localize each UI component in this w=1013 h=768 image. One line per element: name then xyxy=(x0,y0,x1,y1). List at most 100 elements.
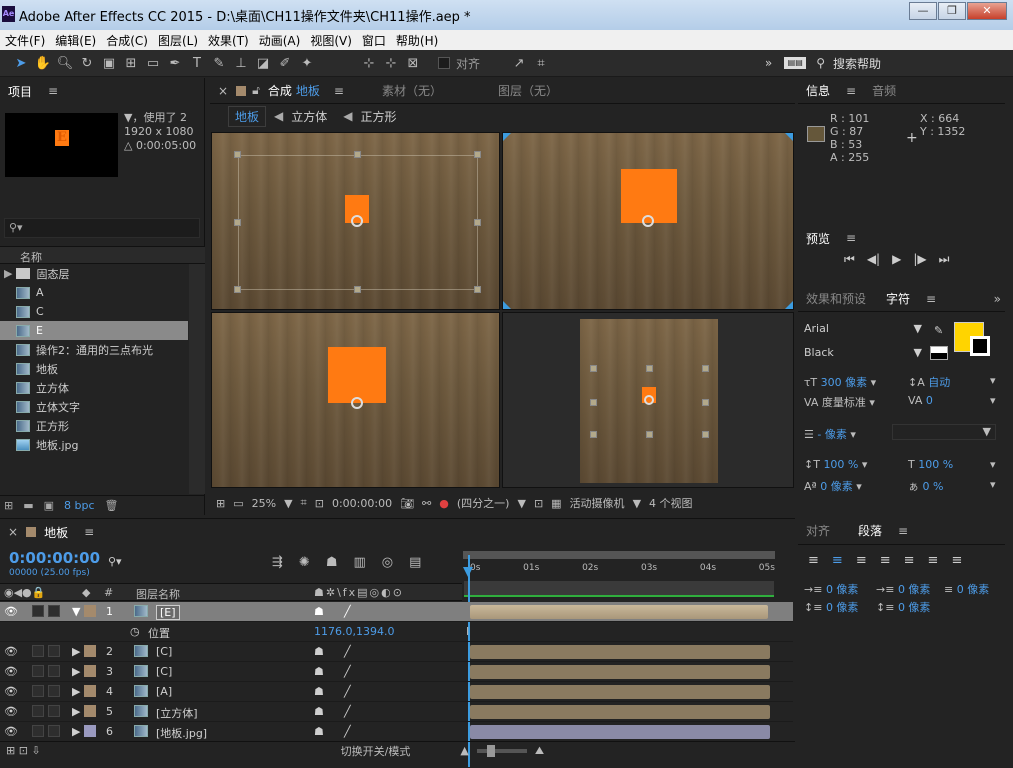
leading-value[interactable]: 自动 xyxy=(928,376,950,389)
panel-menu-icon[interactable]: ≡ xyxy=(918,292,944,306)
anchor-point-icon[interactable] xyxy=(644,395,654,405)
eye-icon[interactable]: 👁︎ xyxy=(4,685,18,698)
layer-color-label[interactable] xyxy=(84,665,96,677)
space-after-value[interactable]: 0 像素 xyxy=(898,601,931,614)
expand-arrow-icon[interactable]: ▶ xyxy=(72,705,80,718)
menu-layer[interactable]: 图层(L) xyxy=(153,32,203,49)
panel-menu-icon[interactable]: ≡ xyxy=(76,525,102,539)
axis-local-icon[interactable]: ⊹ xyxy=(358,56,380,71)
layer-duration-bar[interactable] xyxy=(470,685,770,699)
type-tool-icon[interactable]: T xyxy=(186,56,208,71)
quality-icon[interactable]: ╱ xyxy=(344,645,351,658)
breadcrumb-item[interactable]: 正方形 xyxy=(361,108,397,125)
anchor-point-icon[interactable] xyxy=(642,215,654,227)
region-of-interest-icon[interactable]: ⌗ xyxy=(301,496,307,510)
vertical-scale-value[interactable]: 100 % xyxy=(823,458,858,471)
shy-icon[interactable]: ☗ xyxy=(314,725,324,738)
tracking-value[interactable]: 0 xyxy=(926,394,933,407)
first-frame-icon[interactable]: ⏮ xyxy=(844,252,855,267)
breadcrumb-item[interactable]: 地板 xyxy=(228,105,267,127)
menu-edit[interactable]: 编辑(E) xyxy=(50,32,101,49)
zoom-tool-icon[interactable]: 🔍︎ xyxy=(54,56,76,71)
table-row[interactable]: 👁︎ ▶ 4 [A] ☗ ╱ xyxy=(0,682,793,702)
axis-view-icon[interactable]: ⊠ xyxy=(402,56,424,71)
viewport-bottom-left[interactable] xyxy=(211,312,500,488)
shy-icon[interactable]: ☗ xyxy=(314,685,324,698)
snap-target-icon[interactable]: ⌗ xyxy=(530,56,552,71)
anchor-point-icon[interactable] xyxy=(351,215,363,227)
tab-project[interactable]: 项目 xyxy=(0,83,40,100)
new-comp-icon[interactable]: ▣ xyxy=(44,499,54,512)
indent-right-value[interactable]: 0 像素 xyxy=(957,583,990,596)
stroke-width-value[interactable]: - 像素 xyxy=(817,428,846,441)
puppet-pin-icon[interactable]: ✦ xyxy=(296,56,318,71)
table-row[interactable]: 👁︎ ▼ 1 [E] ☗ ╱ xyxy=(0,602,793,622)
layer-duration-bar[interactable] xyxy=(470,665,770,679)
list-item[interactable]: 操作2：通用的三点布光 xyxy=(0,340,188,359)
justify-left-icon[interactable]: ≡ xyxy=(880,553,891,568)
stopwatch-icon[interactable]: ◷ xyxy=(130,625,140,638)
layer-duration-bar[interactable] xyxy=(470,725,770,739)
table-row[interactable]: 👁︎ ▶ 5 [立方体] ☗ ╱ xyxy=(0,702,793,722)
layer-color-label[interactable] xyxy=(84,705,96,717)
layer-switches-icon[interactable]: ⊞ ⊡ ⇩ xyxy=(6,744,41,757)
tsume-value[interactable]: 0 % xyxy=(923,480,944,493)
menu-file[interactable]: 文件(F) xyxy=(0,32,50,49)
layer-duration-bar[interactable] xyxy=(470,705,770,719)
menu-window[interactable]: 窗口 xyxy=(357,32,391,49)
layer-color-label[interactable] xyxy=(84,605,96,617)
always-preview-icon[interactable]: ⊞ xyxy=(216,497,225,510)
shy-icon[interactable]: ☗ xyxy=(314,605,324,618)
draft-3d-icon[interactable]: ✺ xyxy=(299,555,310,570)
timeline-tab[interactable]: 地板 xyxy=(36,524,76,541)
delete-icon[interactable]: 🗑︎ xyxy=(105,499,119,512)
layer-name[interactable]: [C] xyxy=(156,665,172,678)
font-size-value[interactable]: 300 像素 xyxy=(821,376,868,389)
layer-duration-bar[interactable] xyxy=(470,605,768,619)
eye-icon[interactable]: 👁︎ xyxy=(4,665,18,678)
expand-arrow-icon[interactable]: ▶ xyxy=(72,725,80,738)
quality-icon[interactable]: ╱ xyxy=(344,665,351,678)
table-row[interactable]: 👁︎ ▶ 3 [C] ☗ ╱ xyxy=(0,662,793,682)
minimize-button[interactable]: — xyxy=(909,2,937,20)
panel-menu-icon[interactable]: ≡ xyxy=(890,524,916,538)
roto-brush-icon[interactable]: ✐ xyxy=(274,56,296,71)
justify-all-icon[interactable]: ≡ xyxy=(951,553,962,568)
camera-tool-icon[interactable]: ▣ xyxy=(98,56,120,71)
menu-animation[interactable]: 动画(A) xyxy=(254,32,306,49)
tab-character[interactable]: 字符 xyxy=(878,290,918,307)
stroke-color-swatch[interactable] xyxy=(970,336,990,356)
list-item[interactable]: C xyxy=(0,302,188,321)
quality-icon[interactable]: ╱ xyxy=(344,605,351,618)
toggle-mask-icon[interactable]: ⊡ xyxy=(315,497,324,510)
menu-view[interactable]: 视图(V) xyxy=(305,32,357,49)
workspace-icon[interactable]: ▤▤ xyxy=(784,57,807,69)
list-item[interactable]: 地板 xyxy=(0,359,188,378)
layer-name[interactable]: [C] xyxy=(156,645,172,658)
show-snapshot-icon[interactable]: ⚯ xyxy=(422,497,431,510)
camera-dropdown[interactable]: 活动摄像机 xyxy=(570,495,625,511)
last-frame-icon[interactable]: ⏭ xyxy=(939,252,950,267)
close-tab-button[interactable]: × xyxy=(210,84,236,98)
tab-info[interactable]: 信息 xyxy=(798,82,838,99)
viewport-top-left[interactable] xyxy=(211,132,500,310)
project-search-input[interactable]: ⚲▾ xyxy=(4,218,200,238)
baseline-shift-value[interactable]: 0 像素 xyxy=(820,480,853,493)
rotate-tool-icon[interactable]: ↻ xyxy=(76,56,98,71)
list-item[interactable]: 正方形 xyxy=(0,416,188,435)
menu-help[interactable]: 帮助(H) xyxy=(391,32,443,49)
table-row[interactable]: 👁︎ ▶ 2 [C] ☗ ╱ xyxy=(0,642,793,662)
expand-arrow-icon[interactable]: ▶ xyxy=(72,645,80,658)
pen-tool-icon[interactable]: ✒ xyxy=(164,56,186,71)
expand-arrow-icon[interactable]: ▶ xyxy=(72,685,80,698)
justify-right-icon[interactable]: ≡ xyxy=(928,553,939,568)
shy-icon[interactable]: ☗ xyxy=(314,705,324,718)
horizontal-scale-value[interactable]: 100 % xyxy=(918,458,953,471)
axis-world-icon[interactable]: ⊹ xyxy=(380,56,402,71)
layer-color-label[interactable] xyxy=(84,645,96,657)
restore-button[interactable]: ❐ xyxy=(938,2,966,20)
channel-icon[interactable]: ● xyxy=(439,497,449,510)
zoom-out-icon[interactable]: ▲ xyxy=(460,744,468,757)
quality-icon[interactable]: ╱ xyxy=(344,705,351,718)
project-column-header[interactable]: 名称 xyxy=(0,246,205,264)
